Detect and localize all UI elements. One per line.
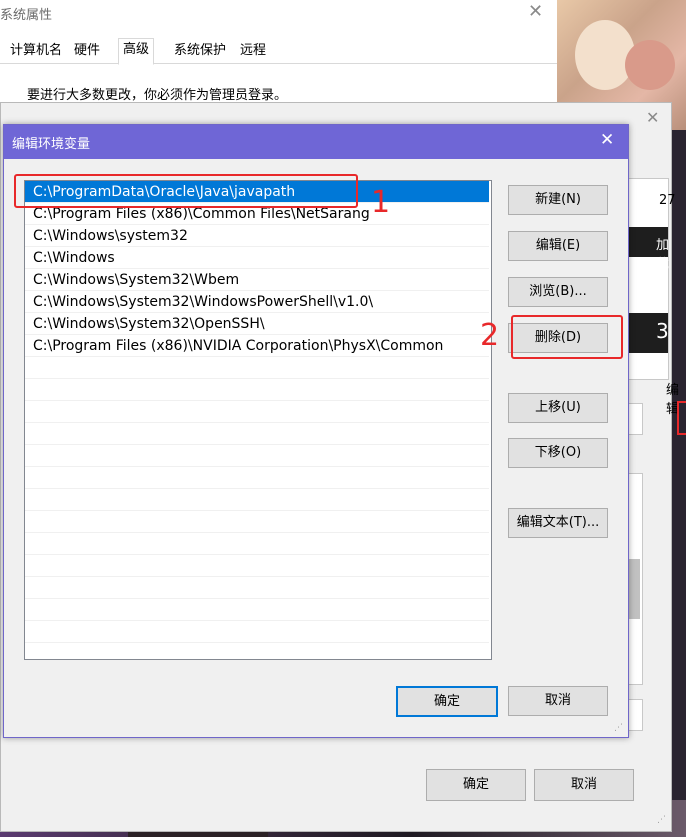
dialog-title: 编辑环境变量 <box>12 137 91 152</box>
close-icon[interactable]: ✕ <box>646 108 659 127</box>
annotation-number-2: 2 <box>480 318 500 353</box>
tab-remote[interactable]: 远程 <box>236 40 270 62</box>
scrollbar-thumb[interactable] <box>629 559 640 619</box>
tab-bar: 计算机名 硬件 高级 系统保护 远程 <box>0 38 557 65</box>
annotation-box-1 <box>14 174 358 208</box>
edit-env-var-dialog: 编辑环境变量 ✕ C:\ProgramData\Oracle\Java\java… <box>3 124 629 738</box>
fragment-text: 27 <box>659 193 676 208</box>
tab-hardware[interactable]: 硬件 <box>70 40 104 62</box>
admin-notice: 要进行大多数更改，你必须作为管理员登录。 <box>27 88 288 103</box>
empty-row[interactable] <box>25 445 489 467</box>
tab-advanced[interactable]: 高级 <box>118 38 155 65</box>
empty-row[interactable] <box>25 599 489 621</box>
system-vars-list-fragment <box>627 473 643 685</box>
annotation-number-1: 1 <box>371 185 391 220</box>
window-title: 系统属性 <box>0 8 53 23</box>
browse-button[interactable]: 浏览(B)... <box>508 277 608 307</box>
fragment-text: 3 <box>656 319 669 343</box>
empty-row[interactable] <box>25 401 489 423</box>
edit-text-button[interactable]: 编辑文本(T)... <box>508 508 608 538</box>
empty-row[interactable] <box>25 511 489 533</box>
edit-button[interactable]: 编辑(E) <box>508 231 608 261</box>
new-button[interactable]: 新建(N) <box>508 185 608 215</box>
move-up-button[interactable]: 上移(U) <box>508 393 608 423</box>
photo-blob <box>625 40 675 90</box>
close-icon[interactable]: ✕ <box>528 1 543 22</box>
annotation-box-2 <box>511 315 623 359</box>
tab-computer-name[interactable]: 计算机名 <box>6 40 66 62</box>
move-down-button[interactable]: 下移(O) <box>508 438 608 468</box>
path-list[interactable]: C:\ProgramData\Oracle\Java\javapath C:\P… <box>24 180 492 660</box>
list-item[interactable]: C:\Windows\System32\WindowsPowerShell\v1… <box>25 291 489 313</box>
ok-button[interactable]: 确定 <box>396 686 498 717</box>
annotation-fragment <box>677 401 686 435</box>
fragment-text: 加载 <box>656 238 670 272</box>
empty-row[interactable] <box>25 555 489 577</box>
list-item[interactable]: C:\Windows\System32\Wbem <box>25 269 489 291</box>
close-icon[interactable]: ✕ <box>600 130 614 150</box>
empty-row[interactable] <box>25 467 489 489</box>
empty-row[interactable] <box>25 423 489 445</box>
resize-grip-icon[interactable]: ⋰ <box>614 723 624 733</box>
empty-row[interactable] <box>25 621 489 643</box>
tab-system-protection[interactable]: 系统保护 <box>170 40 230 62</box>
list-item[interactable]: C:\Program Files (x86)\NVIDIA Corporatio… <box>25 335 489 357</box>
empty-row[interactable] <box>25 533 489 555</box>
list-item[interactable]: C:\Windows\System32\OpenSSH\ <box>25 313 489 335</box>
dialog-titlebar[interactable]: 编辑环境变量 ✕ <box>4 125 628 159</box>
empty-row[interactable] <box>25 489 489 511</box>
empty-row[interactable] <box>25 357 489 379</box>
ok-button[interactable]: 确定 <box>426 769 526 801</box>
empty-row[interactable] <box>25 577 489 599</box>
resize-grip-icon[interactable]: ⋰ <box>657 815 667 825</box>
fragment-button[interactable] <box>627 699 643 731</box>
list-item[interactable]: C:\Windows\system32 <box>25 225 489 247</box>
cancel-button[interactable]: 取消 <box>534 769 634 801</box>
cancel-button[interactable]: 取消 <box>508 686 608 716</box>
empty-row[interactable] <box>25 379 489 401</box>
list-item[interactable]: C:\Windows <box>25 247 489 269</box>
fragment-button[interactable] <box>627 403 643 435</box>
